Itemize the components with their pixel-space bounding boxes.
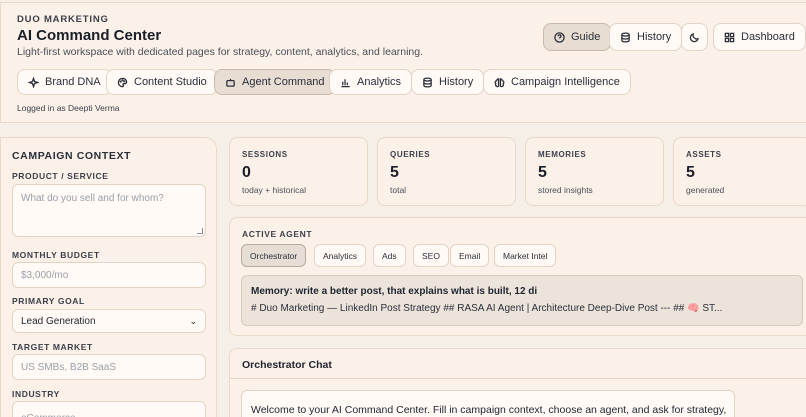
stat-card-memories: MEMORIES 5 stored insights: [525, 137, 664, 206]
page-subtitle: Light-first workspace with dedicated pag…: [17, 46, 424, 58]
goal-value: Lead Generation: [21, 315, 96, 327]
theme-toggle-button[interactable]: [681, 23, 708, 51]
stat-sub: today + historical: [242, 185, 307, 195]
stat-value: 5: [538, 164, 547, 181]
stat-sub: total: [390, 185, 407, 195]
tab-history-label: History: [439, 76, 474, 88]
chat-message: Welcome to your AI Command Center. Fill …: [241, 390, 735, 417]
memory-body: # Duo Marketing — LinkedIn Post Strategy…: [251, 303, 723, 314]
resize-handle-icon[interactable]: [197, 228, 203, 234]
active-agent-panel: ACTIVE AGENT Orchestrator Analytics Ads …: [229, 217, 806, 336]
grid-icon: [724, 32, 735, 42]
industry-placeholder: eCommerce: [21, 413, 75, 417]
agent-chip-email[interactable]: Email: [450, 244, 490, 267]
chat-message-text: Welcome to your AI Command Center. Fill …: [251, 404, 727, 416]
tab-analytics[interactable]: Analytics: [329, 69, 413, 95]
tab-agent-command-label: Agent Command: [242, 76, 325, 88]
chevron-down-icon: ⌄: [189, 315, 197, 326]
budget-placeholder: $3,000/mo: [21, 269, 69, 281]
stat-sub: generated: [686, 185, 725, 195]
stat-card-queries: QUERIES 5 total: [377, 137, 516, 206]
goal-select[interactable]: Lead Generation ⌄: [12, 309, 206, 333]
product-placeholder: What do you sell and for whom?: [21, 193, 164, 204]
market-placeholder: US SMBs, B2B SaaS: [21, 361, 117, 373]
campaign-context-panel: CAMPAIGN CONTEXT PRODUCT / SERVICE What …: [0, 137, 217, 417]
tab-brand-dna-label: Brand DNA: [45, 76, 101, 88]
bar-chart-icon: [341, 78, 350, 87]
palette-icon: [117, 77, 128, 87]
memory-card[interactable]: Memory: write a better post, that explai…: [241, 275, 803, 326]
guide-button[interactable]: Guide: [543, 23, 612, 51]
tab-content-studio[interactable]: Content Studio: [106, 69, 218, 95]
budget-input[interactable]: $3,000/mo: [12, 262, 206, 288]
app-header: DUO MARKETING AI Command Center Light-fi…: [0, 2, 806, 123]
agent-chip-seo[interactable]: SEO: [413, 244, 449, 267]
tab-campaign-intelligence[interactable]: Campaign Intelligence: [483, 69, 631, 95]
dashboard-button[interactable]: Dashboard: [713, 23, 806, 51]
stat-sub: stored insights: [538, 185, 593, 195]
sparkle-icon: [28, 76, 39, 88]
guide-label: Guide: [571, 31, 601, 43]
tab-content-studio-label: Content Studio: [134, 76, 207, 88]
history-action-label: History: [637, 31, 672, 43]
stat-label: ASSETS: [686, 150, 722, 159]
chat-divider: [230, 378, 806, 379]
industry-label: INDUSTRY: [12, 389, 60, 399]
budget-label: MONTHLY BUDGET: [12, 250, 100, 260]
chat-title: Orchestrator Chat: [242, 359, 332, 371]
stat-label: QUERIES: [390, 150, 431, 159]
database-icon: [423, 76, 432, 88]
database-icon: [621, 31, 630, 43]
agent-chip-ads[interactable]: Ads: [373, 244, 406, 267]
tab-brand-dna[interactable]: Brand DNA: [17, 69, 112, 95]
product-label: PRODUCT / SERVICE: [12, 171, 109, 181]
market-label: TARGET MARKET: [12, 342, 93, 352]
stat-value: 5: [686, 164, 695, 181]
bot-icon: [226, 78, 235, 87]
brand-label: DUO MARKETING: [17, 14, 109, 25]
help-circle-icon: [554, 31, 565, 43]
industry-input[interactable]: eCommerce: [12, 401, 206, 417]
logged-in-text: Logged in as Deepti Verma: [17, 103, 120, 113]
agent-chip-orchestrator[interactable]: Orchestrator: [241, 244, 307, 267]
tab-agent-command[interactable]: Agent Command: [214, 69, 336, 95]
campaign-context-title: CAMPAIGN CONTEXT: [12, 150, 132, 162]
agent-chip-analytics[interactable]: Analytics: [314, 244, 367, 267]
brain-icon: [494, 77, 505, 87]
memory-title: Memory: write a better post, that explai…: [251, 286, 538, 297]
tab-campaign-intelligence-label: Campaign Intelligence: [511, 76, 620, 88]
tab-history[interactable]: History: [411, 69, 485, 95]
stat-card-sessions: SESSIONS 0 today + historical: [229, 137, 368, 206]
moon-icon: [689, 32, 699, 42]
agent-chip-market-intel[interactable]: Market Intel: [494, 244, 557, 267]
orchestrator-chat-panel: Orchestrator Chat Welcome to your AI Com…: [229, 348, 806, 417]
stat-value: 5: [390, 164, 399, 181]
dashboard-label: Dashboard: [741, 31, 795, 43]
stat-value: 0: [242, 164, 251, 181]
stat-label: SESSIONS: [242, 150, 288, 159]
stat-label: MEMORIES: [538, 150, 587, 159]
active-agent-title: ACTIVE AGENT: [242, 229, 313, 239]
goal-label: PRIMARY GOAL: [12, 296, 85, 306]
history-action-button[interactable]: History: [609, 23, 683, 51]
market-input[interactable]: US SMBs, B2B SaaS: [12, 354, 206, 380]
page-title: AI Command Center: [17, 27, 162, 44]
product-input[interactable]: What do you sell and for whom?: [12, 184, 206, 237]
stat-card-assets: ASSETS 5 generated: [673, 137, 806, 206]
tab-analytics-label: Analytics: [357, 76, 402, 88]
